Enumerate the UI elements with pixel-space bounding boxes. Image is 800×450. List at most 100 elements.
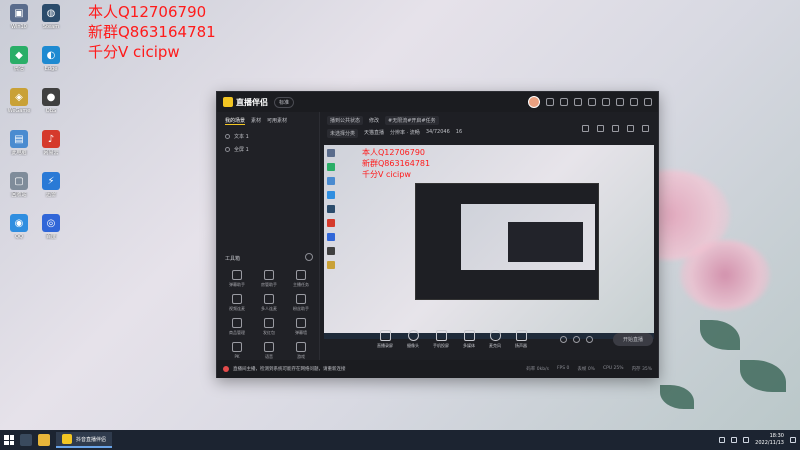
gift-icon[interactable] [574, 98, 582, 106]
tab-available[interactable]: 可用素材 [267, 117, 287, 125]
menu-icon[interactable] [602, 98, 610, 106]
desktop-icon[interactable]: ▢ 回收站 [4, 172, 34, 198]
search-icon[interactable] [20, 434, 32, 446]
record-icon[interactable] [612, 125, 619, 132]
gear-icon[interactable] [585, 335, 593, 343]
desktop-icon[interactable]: ◎ 百度 [36, 214, 66, 240]
desktop-icon-label: Edge [44, 66, 58, 72]
app-icon: ◈ [10, 88, 28, 106]
start-live-button[interactable]: 开始直播 [612, 332, 653, 346]
tool-icon [296, 342, 306, 352]
lock-icon[interactable] [597, 125, 604, 132]
tool-icon [232, 294, 242, 304]
stat-item: CPU 25% [602, 366, 624, 371]
edit-link[interactable]: 修改 [369, 117, 379, 124]
tool-item[interactable]: 弹幕助手 [221, 270, 253, 288]
microphone-button[interactable]: 麦克风 [489, 329, 501, 349]
tool-label: 粉丝助手 [293, 306, 309, 311]
minimize-icon[interactable] [616, 98, 624, 106]
app-icon: ● [42, 88, 60, 106]
avatar[interactable] [528, 96, 540, 108]
tool-icon [232, 318, 242, 328]
tool-item[interactable]: 发红包 [253, 318, 285, 336]
app-icon: ♪ [42, 130, 60, 148]
notification-icon[interactable] [790, 437, 796, 443]
app-icon: ◍ [42, 4, 60, 22]
tool-icon [296, 318, 306, 328]
visibility-icon[interactable] [225, 147, 230, 152]
video-icon[interactable] [559, 335, 567, 343]
collapse-icon[interactable] [305, 253, 313, 261]
bell-icon[interactable] [627, 125, 634, 132]
desktop-icon[interactable]: ⚡ 迅雷 [36, 172, 66, 198]
stream-preview[interactable]: 本人Q12706790 新群Q863164781 千分V cicipw [324, 145, 654, 339]
chevron-up-icon[interactable] [719, 437, 726, 443]
tool-item[interactable]: 弹幕墙 [285, 318, 317, 336]
scene-item[interactable]: 全屏 1 [217, 143, 319, 156]
stream-stats: 码率 0kb/s FPS 0 丢帧 0% CPU 25% 内存 35% [526, 366, 652, 372]
desktop-icon[interactable]: ◆ 微信 [4, 46, 34, 72]
scene-item[interactable]: 文本 1 [217, 130, 319, 143]
network-icon[interactable] [731, 437, 738, 443]
desktop-icon[interactable]: ▣ Win10 [4, 4, 34, 30]
title-bar: 直播伴侣 标准 [217, 92, 658, 112]
category-pill[interactable]: 未选择分类 [327, 129, 359, 138]
tab-materials[interactable]: 素材 [251, 117, 261, 125]
nested-app-preview [415, 183, 599, 300]
share-icon[interactable] [642, 125, 649, 132]
warning-icon [223, 366, 229, 372]
taskbar-active-app[interactable]: 抖音直播伴侣 [56, 432, 113, 448]
screen-capture-button[interactable]: 直播录屏 [377, 329, 393, 349]
file-explorer-icon[interactable] [38, 434, 50, 446]
phone-cast-button[interactable]: 手机投屏 [433, 329, 449, 349]
desktop-icon[interactable]: ▤ 此电脑 [4, 130, 34, 156]
tool-item[interactable]: 房管助手 [253, 270, 285, 288]
desktop-icon[interactable]: ● OBS [36, 88, 66, 114]
stat-item: 内存 35% [631, 367, 652, 372]
camera-button[interactable]: 摄像头 [407, 329, 419, 349]
wallpaper-leaf [660, 385, 694, 409]
close-icon[interactable] [644, 98, 652, 106]
headset-icon[interactable] [546, 98, 554, 106]
settings-icon[interactable] [588, 98, 596, 106]
phone-icon [435, 329, 447, 341]
tool-grid: 弹幕助手 房管助手 主播任务视频连麦 多人连麦 粉丝助手商品管理 发红包 弹幕墙 PK 语音 游戏 [221, 270, 317, 360]
tool-item[interactable]: PK [221, 342, 253, 360]
tool-item[interactable]: 商品管理 [221, 318, 253, 336]
app-icon: ⚡ [42, 172, 60, 190]
desktop-icon[interactable]: ♪ 网易云 [36, 130, 66, 156]
app-icon: ▤ [10, 130, 28, 148]
tool-icon [232, 342, 242, 352]
volume-icon[interactable] [743, 437, 750, 443]
clock[interactable]: 18:30 2022/11/13 [755, 433, 784, 447]
multimedia-button[interactable]: 多媒体 [463, 329, 475, 349]
visibility-icon[interactable] [225, 134, 230, 139]
desktop-icon[interactable]: ◈ WeGame [4, 88, 34, 114]
desktop-icon[interactable]: ◐ Edge [36, 46, 66, 72]
tags-pill[interactable]: #无限流#开启#任务 [385, 116, 439, 125]
layout-icon[interactable] [582, 125, 589, 132]
desktop-icon-label: Steam [42, 24, 60, 30]
desktop-icon[interactable]: ◉ QQ [4, 214, 34, 240]
start-button[interactable] [4, 435, 14, 445]
tool-item[interactable]: 主播任务 [285, 270, 317, 288]
tool-item[interactable]: 视频连麦 [221, 294, 253, 312]
tool-item[interactable]: 游戏 [285, 342, 317, 360]
record-dot-icon[interactable] [572, 335, 580, 343]
status-pill[interactable]: 播到公共状态 [327, 116, 364, 125]
tool-item[interactable]: 多人连麦 [253, 294, 285, 312]
resolution-label: 34/72046 [425, 129, 450, 135]
desktop-icon[interactable]: ◍ Steam [36, 4, 66, 30]
tab-scenes[interactable]: 我的场景 [225, 117, 246, 125]
tool-item[interactable]: 粉丝助手 [285, 294, 317, 312]
message-icon[interactable] [560, 98, 568, 106]
speaker-button[interactable]: 扬声器 [515, 329, 527, 349]
tool-item[interactable]: 语音 [253, 342, 285, 360]
desktop-icon-label: 迅雷 [45, 192, 56, 198]
taskbar: 抖音直播伴侣 18:30 2022/11/13 [0, 430, 800, 450]
sidebar: 我的场景 素材 可用素材 文本 1 全屏 1 工具箱 弹幕助手 房管助手 主播任务视… [217, 112, 320, 360]
tool-label: 弹幕墙 [295, 330, 307, 335]
maximize-icon[interactable] [630, 98, 638, 106]
edition-pill[interactable]: 标准 [274, 96, 295, 108]
tool-label: PK [234, 354, 240, 359]
